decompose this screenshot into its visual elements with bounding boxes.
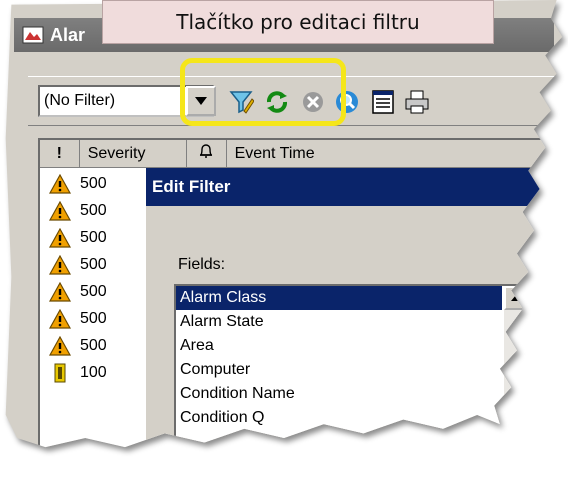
column-header-event-time-label: Event Time [234, 144, 315, 162]
column-header-severity-label: Severity [87, 144, 146, 162]
field-list-item[interactable]: Area [176, 334, 502, 358]
warning-icon [40, 281, 80, 302]
field-list-item[interactable]: Alarm Class [176, 286, 502, 310]
bell-icon [198, 143, 214, 164]
warning-icon [40, 254, 80, 275]
info-icon [40, 363, 80, 383]
print-icon[interactable] [404, 89, 430, 115]
severity-value: 500 [80, 228, 107, 246]
toolbar-highlight [180, 58, 346, 126]
fields-listbox[interactable]: Alarm Class Alarm State Area Computer Condit… [174, 284, 530, 448]
field-list-item[interactable]: Condition Name [176, 382, 502, 406]
scroll-up-icon [511, 295, 521, 301]
list-header: ! Severity Event Time [40, 140, 556, 168]
fields-label: Fields: [178, 256, 226, 273]
severity-value: 500 [80, 282, 107, 300]
callout: Tlačítko pro editaci filtru [102, 0, 494, 44]
filter-select-value: (No Filter) [44, 92, 116, 109]
properties-icon[interactable] [370, 89, 396, 115]
warning-icon [40, 308, 80, 329]
severity-value: 500 [80, 309, 107, 327]
callout-text: Tlačítko pro editaci filtru [176, 10, 420, 34]
field-list-item[interactable]: Condition Q [176, 406, 502, 430]
severity-value: 100 [80, 363, 107, 381]
severity-value: 500 [80, 174, 107, 192]
warning-icon [40, 200, 80, 221]
column-header-bell[interactable] [186, 140, 227, 168]
column-header-event-time[interactable]: Event Time [226, 140, 556, 168]
dialog-title: Edit Filter [146, 168, 558, 206]
column-header-priority[interactable]: ! [40, 140, 80, 168]
warning-icon [40, 227, 80, 248]
severity-value: 500 [80, 201, 107, 219]
warning-icon [40, 335, 80, 356]
window-title: Alar [50, 24, 86, 45]
warning-icon [40, 173, 80, 194]
scroll-up-button[interactable] [504, 286, 528, 310]
column-header-severity[interactable]: Severity [79, 140, 187, 168]
severity-value: 500 [80, 336, 107, 354]
scroll-track[interactable] [504, 310, 528, 448]
app-icon [22, 26, 44, 44]
severity-value: 500 [80, 255, 107, 273]
edit-filter-dialog: Edit Filter Fields: Alarm Class Alarm Sta… [146, 168, 558, 448]
field-list-item[interactable]: Computer [176, 358, 502, 382]
column-header-priority-label: ! [56, 144, 62, 162]
field-list-item[interactable]: Alarm State [176, 310, 502, 334]
